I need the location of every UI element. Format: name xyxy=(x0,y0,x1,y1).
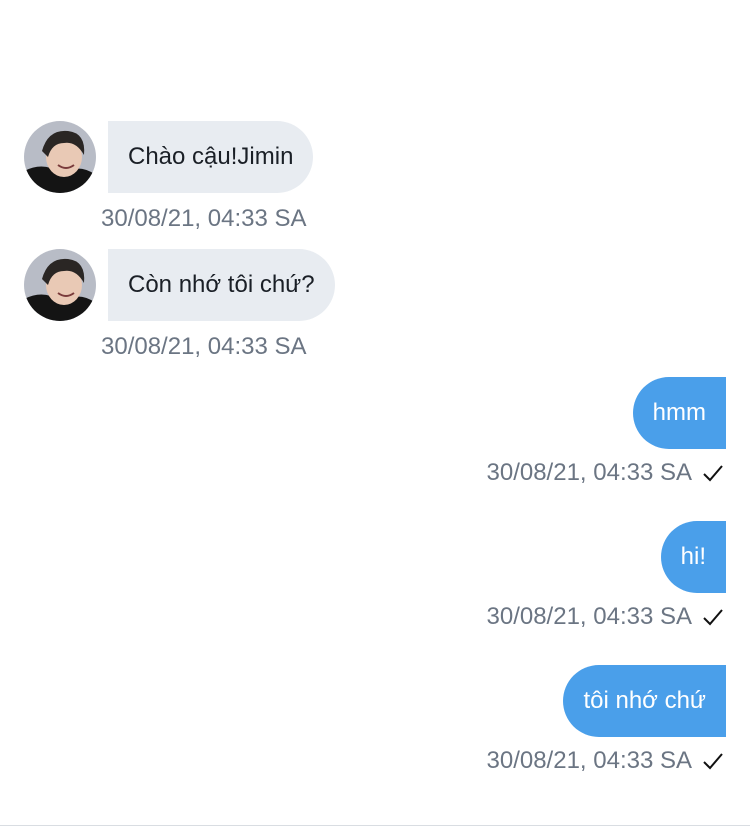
avatar[interactable] xyxy=(24,249,96,321)
message-text: Còn nhớ tôi chứ? xyxy=(128,271,315,298)
message-bubble[interactable]: hi! xyxy=(660,521,726,593)
message-timestamp: 30/08/21, 04:33 SA xyxy=(486,747,693,774)
avatar-photo-icon xyxy=(24,121,96,193)
check-icon xyxy=(703,609,723,626)
message-bubble[interactable]: Chào cậu!Jimin xyxy=(108,121,314,193)
message-meta: 30/08/21, 04:33 SA xyxy=(487,747,725,775)
avatar[interactable] xyxy=(24,121,96,193)
message-timestamp: 30/08/21, 04:33 SA xyxy=(101,333,307,360)
message-bubble[interactable]: hmm xyxy=(632,377,726,449)
message-timestamp: 30/08/21, 04:33 SA xyxy=(486,459,693,486)
message-bubble[interactable]: Còn nhớ tôi chứ? xyxy=(108,249,335,321)
message-text: tôi nhớ chứ xyxy=(583,687,706,714)
check-icon xyxy=(703,753,723,770)
message-meta: 30/08/21, 04:33 SA xyxy=(487,459,725,487)
message-timestamp: 30/08/21, 04:33 SA xyxy=(486,603,693,630)
avatar-photo-icon xyxy=(24,249,96,321)
message-bubble[interactable]: tôi nhớ chứ xyxy=(563,665,726,737)
message-text: hmm xyxy=(652,399,706,426)
message-text: hi! xyxy=(680,543,706,570)
message-text: Chào cậu!Jimin xyxy=(128,143,294,170)
divider xyxy=(0,825,750,826)
message-timestamp: 30/08/21, 04:33 SA xyxy=(101,205,307,232)
message-meta: 30/08/21, 04:33 SA xyxy=(487,603,725,631)
check-icon xyxy=(703,465,723,482)
